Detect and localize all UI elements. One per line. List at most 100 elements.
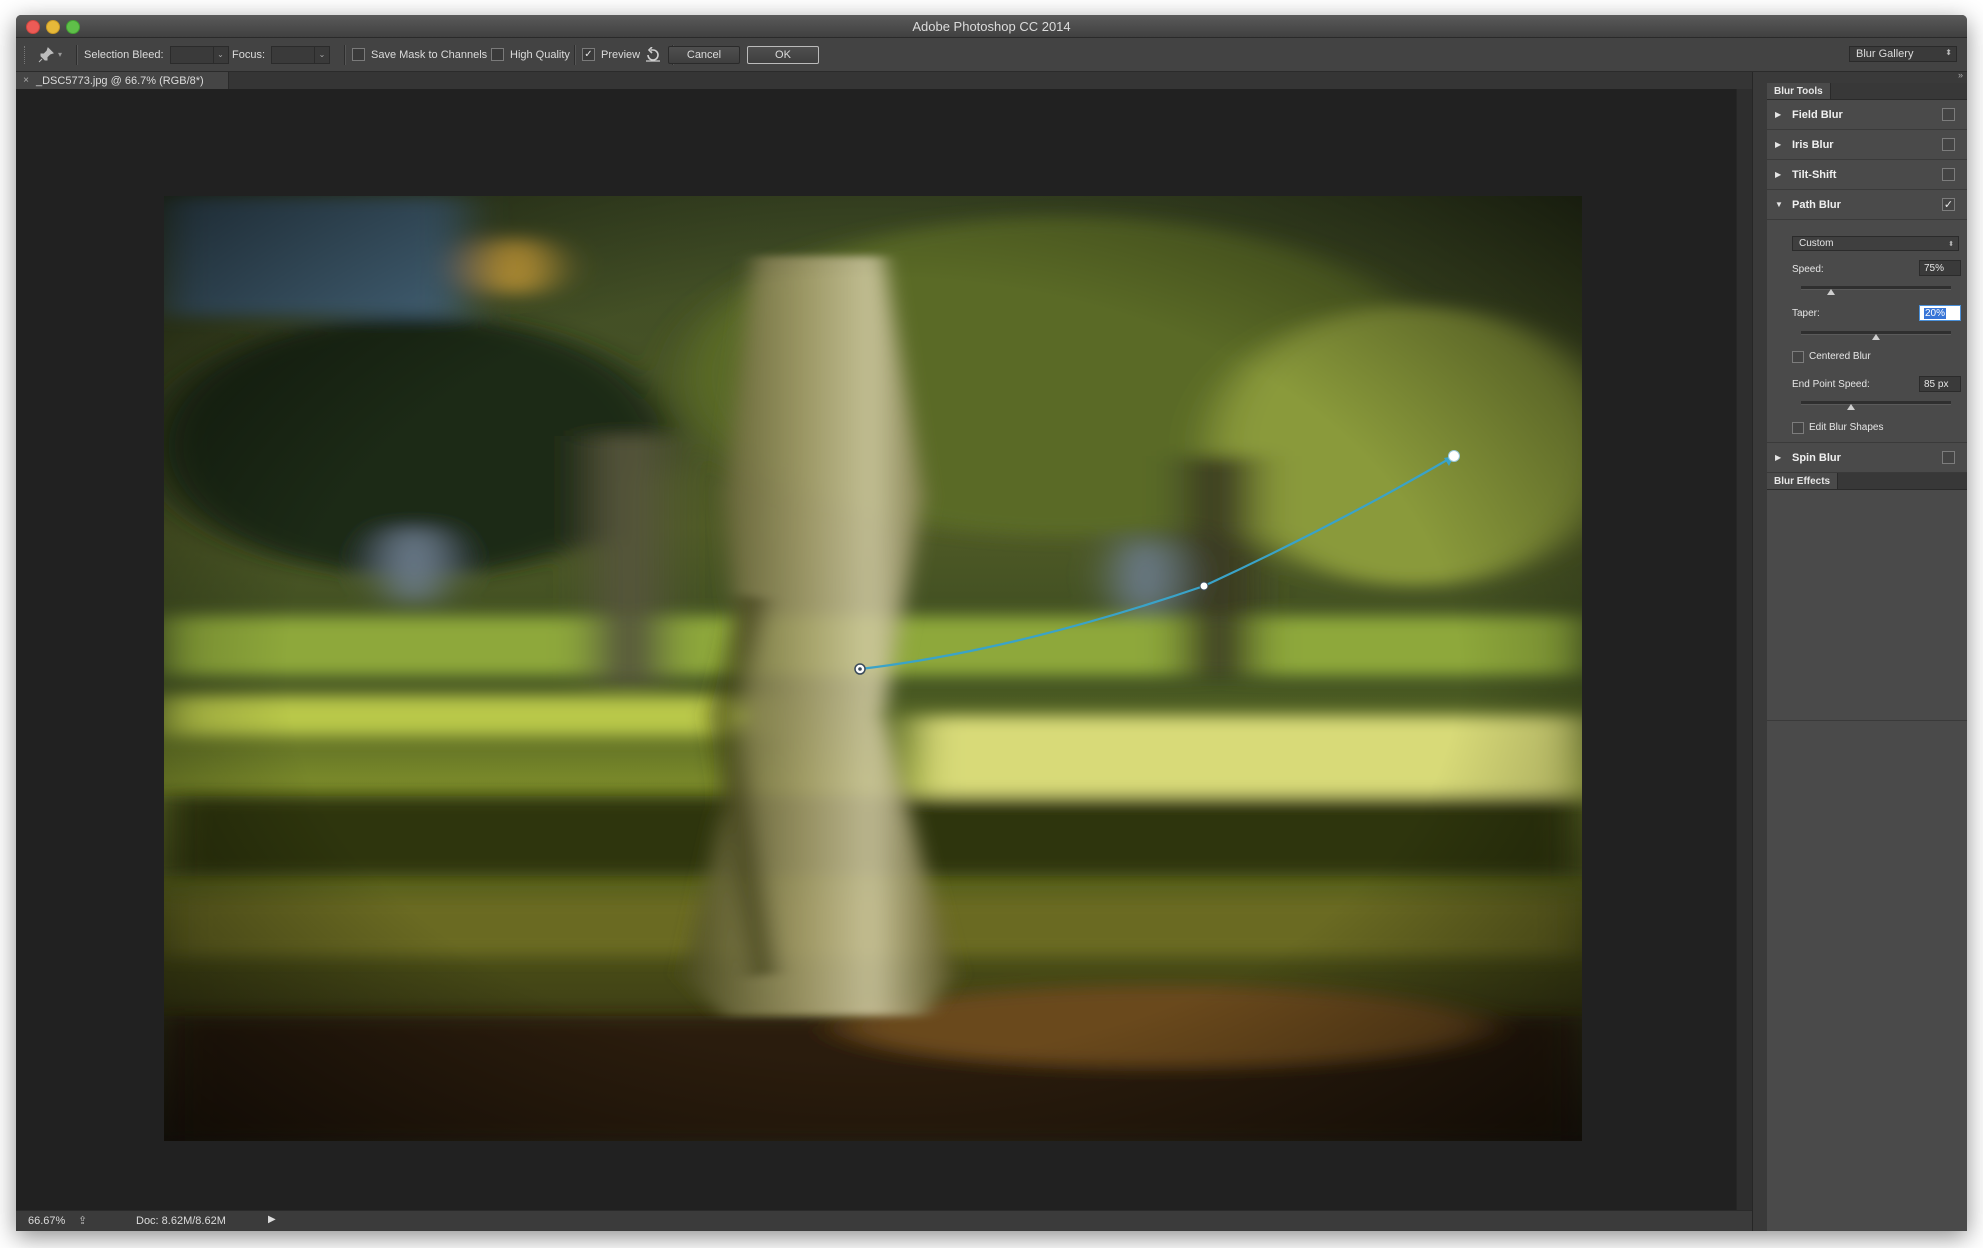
iris-blur-checkbox[interactable] <box>1942 138 1955 151</box>
expand-triangle-icon[interactable]: ▶ <box>1775 453 1781 462</box>
centered-blur-label: Centered Blur <box>1809 351 1871 362</box>
preset-label: Custom <box>1799 238 1834 249</box>
blur-tools-header: Blur Tools <box>1767 83 1967 100</box>
status-menu-icon[interactable]: ▶ <box>268 1214 276 1225</box>
blur-effects-header: Blur Effects <box>1767 473 1967 490</box>
dropdown-arrow-icon: ⬍ <box>1948 240 1954 248</box>
section-label: Spin Blur <box>1792 451 1841 464</box>
tilt-shift-checkbox[interactable] <box>1942 168 1955 181</box>
vertical-scrollbar[interactable] <box>1736 89 1753 1210</box>
edit-blur-shapes-checkbox[interactable] <box>1792 422 1804 434</box>
section-path-blur[interactable]: ▼ Path Blur ✓ <box>1767 190 1967 220</box>
panel-empty-area <box>1767 721 1967 1231</box>
section-field-blur[interactable]: ▶ Field Blur <box>1767 100 1967 130</box>
expand-triangle-icon[interactable]: ▶ <box>1775 170 1781 179</box>
blur-effects-content <box>1767 490 1967 721</box>
collapse-triangle-icon[interactable]: ▼ <box>1775 200 1783 209</box>
window-title: Adobe Photoshop CC 2014 <box>912 19 1071 34</box>
blur-tools-panel: » Blur Tools ▶ Field Blur ▶ Iris Blur ▶ … <box>1767 70 1967 1231</box>
taper-label: Taper: <box>1792 308 1820 319</box>
speed-value: 75% <box>1924 262 1945 274</box>
document-tab-bar: × _DSC5773.jpg @ 66.7% (RGB/8*) <box>16 72 1752 89</box>
status-bar: 66.67% ⇪ Doc: 8.62M/8.62M ▶ <box>16 1210 1752 1231</box>
section-tilt-shift[interactable]: ▶ Tilt-Shift <box>1767 160 1967 190</box>
section-iris-blur[interactable]: ▶ Iris Blur <box>1767 130 1967 160</box>
path-blur-preset-dropdown[interactable]: Custom ⬍ <box>1792 236 1959 251</box>
end-point-speed-input[interactable]: 85 px <box>1919 376 1961 392</box>
end-point-speed-slider-thumb[interactable] <box>1846 404 1855 410</box>
speed-slider[interactable] <box>1801 286 1951 295</box>
save-mask-label: Save Mask to Channels <box>371 48 488 61</box>
focus-label: Focus: <box>232 48 266 61</box>
close-tab-icon[interactable]: × <box>16 75 36 86</box>
section-spin-blur[interactable]: ▶ Spin Blur <box>1767 442 1967 473</box>
panel-dock-divider[interactable] <box>1752 72 1768 1231</box>
doc-size: Doc: 8.62M/8.62M <box>136 1215 226 1227</box>
ok-button[interactable]: OK <box>747 46 819 64</box>
end-point-speed-label: End Point Speed: <box>1792 379 1870 390</box>
taper-value: 20% <box>1924 307 1947 319</box>
blur-tools-tab[interactable]: Blur Tools <box>1767 83 1831 99</box>
divider <box>574 45 576 65</box>
canvas-area[interactable] <box>16 89 1736 1210</box>
share-icon[interactable]: ⇪ <box>78 1214 87 1227</box>
taper-slider-thumb[interactable] <box>1872 334 1880 340</box>
selection-bleed-control: Selection Bleed: ⌄ <box>84 38 229 71</box>
field-blur-checkbox[interactable] <box>1942 108 1955 121</box>
focus-dropdown-icon[interactable]: ⌄ <box>315 45 331 64</box>
options-bar-grip[interactable] <box>24 46 29 64</box>
section-label: Field Blur <box>1792 108 1843 121</box>
selection-bleed-dropdown-icon[interactable]: ⌄ <box>213 45 229 64</box>
title-bar: Adobe Photoshop CC 2014 <box>16 15 1967 38</box>
centered-blur-checkbox[interactable] <box>1792 351 1804 363</box>
save-mask-checkbox-box[interactable] <box>352 48 365 61</box>
path-mid-handle[interactable] <box>1199 581 1209 591</box>
document-tab-label: _DSC5773.jpg @ 66.7% (RGB/8*) <box>36 74 204 87</box>
preview-label: Preview <box>601 48 641 61</box>
high-quality-checkbox[interactable]: High Quality <box>491 38 570 71</box>
blur-effects-tab[interactable]: Blur Effects <box>1767 473 1839 489</box>
taper-slider[interactable] <box>1801 331 1951 340</box>
path-end-handle[interactable] <box>1448 450 1460 462</box>
high-quality-checkbox-box[interactable] <box>491 48 504 61</box>
cancel-button[interactable]: Cancel <box>668 46 740 64</box>
pin-icon[interactable]: ▾ <box>38 38 64 71</box>
save-mask-checkbox[interactable]: Save Mask to Channels <box>352 38 487 71</box>
panel-top-bar: » <box>1767 70 1967 83</box>
end-point-speed-slider[interactable] <box>1801 401 1951 410</box>
path-start-handle-center <box>858 667 862 671</box>
preview-checkbox-box[interactable]: ✓ <box>582 48 595 61</box>
photo-image[interactable] <box>164 196 1582 1141</box>
section-label: Path Blur <box>1792 198 1841 211</box>
selection-bleed-label: Selection Bleed: <box>84 48 164 61</box>
speed-input[interactable]: 75% <box>1919 260 1961 276</box>
options-bar: ▾ Selection Bleed: ⌄ Focus: ⌄ Save Mask … <box>16 38 1967 72</box>
path-blur-checkbox[interactable]: ✓ <box>1942 198 1955 211</box>
workspace-dropdown[interactable]: Blur Gallery ⬍ <box>1849 46 1957 62</box>
workspace-dropdown-icon: ⬍ <box>1945 48 1952 57</box>
workspace-label: Blur Gallery <box>1856 48 1914 60</box>
speed-label: Speed: <box>1792 264 1824 275</box>
expand-triangle-icon[interactable]: ▶ <box>1775 110 1781 119</box>
preview-checkbox[interactable]: ✓ Preview <box>582 38 640 71</box>
reset-icon[interactable] <box>644 38 662 71</box>
selection-bleed-input[interactable] <box>169 45 214 64</box>
expand-triangle-icon[interactable]: ▶ <box>1775 140 1781 149</box>
focus-control: Focus: ⌄ <box>232 38 331 71</box>
speed-slider-thumb[interactable] <box>1827 289 1835 295</box>
zoom-level[interactable]: 66.67% <box>28 1215 65 1227</box>
blurred-park-photo <box>164 196 1582 1141</box>
divider <box>344 45 346 65</box>
collapse-panel-icon[interactable]: » <box>1958 70 1963 80</box>
divider <box>76 45 78 65</box>
end-point-speed-value: 85 px <box>1924 378 1949 390</box>
high-quality-label: High Quality <box>510 48 570 61</box>
photoshop-window: Adobe Photoshop CC 2014 ▾ Selection Blee… <box>16 15 1967 1231</box>
tool-preset-chevron-icon[interactable]: ▾ <box>58 50 62 59</box>
section-label: Iris Blur <box>1792 138 1834 151</box>
taper-input[interactable]: 20% <box>1919 305 1961 321</box>
spin-blur-checkbox[interactable] <box>1942 451 1955 464</box>
focus-input[interactable] <box>271 45 316 64</box>
document-tab[interactable]: × _DSC5773.jpg @ 66.7% (RGB/8*) <box>16 72 229 89</box>
edit-blur-shapes-label: Edit Blur Shapes <box>1809 422 1884 433</box>
